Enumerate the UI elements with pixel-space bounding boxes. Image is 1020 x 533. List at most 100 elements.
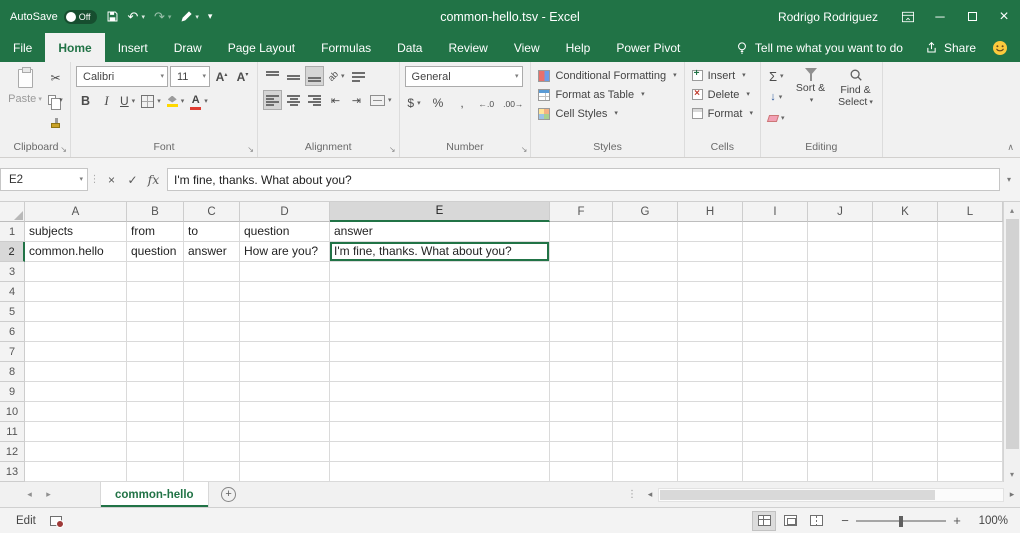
cell-K10[interactable] (873, 402, 938, 422)
cell-G10[interactable] (613, 402, 678, 422)
cell-K11[interactable] (873, 422, 938, 442)
merge-center-button[interactable] (368, 90, 394, 110)
column-header-B[interactable]: B (127, 202, 184, 222)
scroll-right-icon[interactable]: ▸ (1004, 489, 1020, 500)
cell-C9[interactable] (184, 382, 240, 402)
cell-I6[interactable] (743, 322, 808, 342)
cell-L11[interactable] (938, 422, 1003, 442)
cell-A4[interactable] (25, 282, 127, 302)
cell-H7[interactable] (678, 342, 743, 362)
tell-me-box[interactable]: Tell me what you want to do (726, 33, 913, 62)
cell-H12[interactable] (678, 442, 743, 462)
cell-C1[interactable]: to (184, 222, 240, 242)
page-layout-view-button[interactable] (778, 511, 802, 531)
row-header-4[interactable]: 4 (0, 282, 25, 302)
cell-D11[interactable] (240, 422, 330, 442)
cell-D2[interactable]: How are you? (240, 242, 330, 262)
autosave-switch-icon[interactable]: Off (64, 10, 97, 24)
cell-H5[interactable] (678, 302, 743, 322)
ribbon-display-options-button[interactable] (892, 0, 924, 33)
tab-home[interactable]: Home (45, 33, 104, 62)
customize-qat-button[interactable]: ▾ (208, 12, 213, 21)
cell-I1[interactable] (743, 222, 808, 242)
font-name-dropdown-icon[interactable] (158, 71, 164, 83)
cell-K6[interactable] (873, 322, 938, 342)
share-button[interactable]: Share (913, 33, 988, 62)
cell-H6[interactable] (678, 322, 743, 342)
cell-I4[interactable] (743, 282, 808, 302)
cell-F2[interactable] (550, 242, 613, 262)
cell-F13[interactable] (550, 462, 613, 482)
format-as-table-dropdown-icon[interactable] (639, 89, 645, 101)
cell-L3[interactable] (938, 262, 1003, 282)
fill-color-dropdown-icon[interactable] (179, 94, 185, 108)
cell-E10[interactable] (330, 402, 550, 422)
column-header-H[interactable]: H (678, 202, 743, 222)
enter-button[interactable]: ✓ (122, 169, 143, 191)
font-size-dropdown-icon[interactable] (200, 71, 206, 83)
cell-L5[interactable] (938, 302, 1003, 322)
zoom-slider[interactable] (856, 514, 946, 528)
cell-A6[interactable] (25, 322, 127, 342)
cell-G7[interactable] (613, 342, 678, 362)
conditional-formatting-dropdown-icon[interactable] (671, 70, 677, 82)
cell-I3[interactable] (743, 262, 808, 282)
cell-C2[interactable]: answer (184, 242, 240, 262)
horizontal-scroll-track[interactable] (658, 488, 1004, 502)
cell-J1[interactable] (808, 222, 873, 242)
column-header-K[interactable]: K (873, 202, 938, 222)
column-header-C[interactable]: C (184, 202, 240, 222)
cell-F3[interactable] (550, 262, 613, 282)
format-dropdown-icon[interactable] (747, 108, 753, 120)
cell-D12[interactable] (240, 442, 330, 462)
row-header-11[interactable]: 11 (0, 422, 25, 442)
row-header-2[interactable]: 2 (0, 242, 25, 262)
cell-E4[interactable] (330, 282, 550, 302)
cell-B8[interactable] (127, 362, 184, 382)
cell-B2[interactable]: question (127, 242, 184, 262)
column-header-A[interactable]: A (25, 202, 127, 222)
cell-D7[interactable] (240, 342, 330, 362)
cell-J6[interactable] (808, 322, 873, 342)
cell-G8[interactable] (613, 362, 678, 382)
cell-F6[interactable] (550, 322, 613, 342)
cell-L10[interactable] (938, 402, 1003, 422)
cell-J13[interactable] (808, 462, 873, 482)
vertical-scroll-thumb[interactable] (1006, 219, 1019, 449)
pen-dropdown-icon[interactable] (193, 9, 199, 24)
name-box[interactable]: E2 (0, 168, 88, 191)
undo-button[interactable]: ↶ (128, 9, 145, 24)
cell-E1[interactable]: answer (330, 222, 550, 242)
zoom-level[interactable]: 100% (966, 515, 1008, 527)
save-button[interactable] (106, 10, 119, 23)
cell-B13[interactable] (127, 462, 184, 482)
row-header-10[interactable]: 10 (0, 402, 25, 422)
cell-G6[interactable] (613, 322, 678, 342)
bold-button[interactable]: B (76, 91, 95, 111)
vertical-scrollbar[interactable]: ▴ ▾ (1003, 202, 1020, 482)
cancel-button[interactable]: × (101, 169, 122, 191)
increase-indent-button[interactable]: ⇥ (347, 90, 366, 110)
decrease-decimal-button[interactable] (501, 93, 525, 113)
fill-dropdown-icon[interactable] (777, 90, 783, 104)
accounting-dropdown-icon[interactable] (415, 96, 421, 110)
cell-B1[interactable]: from (127, 222, 184, 242)
cell-J4[interactable] (808, 282, 873, 302)
cell-I2[interactable] (743, 242, 808, 262)
row-header-13[interactable]: 13 (0, 462, 25, 482)
cell-D1[interactable]: question (240, 222, 330, 242)
cell-K12[interactable] (873, 442, 938, 462)
decrease-font-size-button[interactable] (233, 67, 252, 87)
cell-A12[interactable] (25, 442, 127, 462)
redo-button[interactable]: ↷ (154, 9, 171, 24)
cell-A9[interactable] (25, 382, 127, 402)
cell-A5[interactable] (25, 302, 127, 322)
cell-styles-button[interactable]: Cell Styles (536, 104, 678, 123)
cell-G3[interactable] (613, 262, 678, 282)
cell-D5[interactable] (240, 302, 330, 322)
cell-F12[interactable] (550, 442, 613, 462)
tab-draw[interactable]: Draw (161, 33, 215, 62)
accounting-format-button[interactable]: $ (405, 93, 424, 113)
tab-file[interactable]: File (0, 33, 45, 62)
formula-bar-expand-icon[interactable]: ▾ (1000, 175, 1018, 184)
